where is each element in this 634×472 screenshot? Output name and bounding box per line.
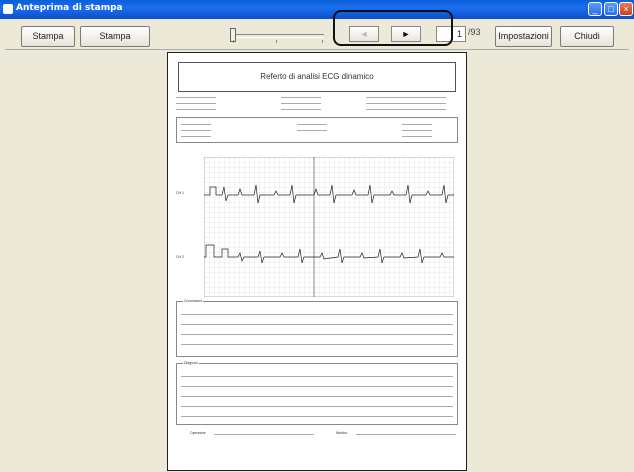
- slider-tick: [233, 40, 234, 43]
- title-bar: Anteprima di stampa _ □ ×: [0, 0, 634, 19]
- slider-track: [234, 34, 324, 38]
- print-screen-button[interactable]: Stampa schermo: [80, 26, 150, 60]
- maximize-icon[interactable]: □: [604, 2, 618, 16]
- slider-tick: [276, 40, 277, 43]
- patient-info-block: [176, 95, 458, 143]
- page-total: /93: [468, 27, 481, 37]
- ecg-grid: [204, 157, 454, 297]
- doctor-signature-line: [356, 434, 456, 435]
- ecg-label-top: CH 1: [176, 191, 184, 195]
- navigation-highlight-box: [333, 10, 453, 46]
- report-page: Referto di analisi ECG dinamico CH 1 CH …: [167, 52, 467, 471]
- diagnosis-section: Diagnosi: [176, 361, 458, 425]
- diagnosis-label: Diagnosi: [183, 361, 199, 365]
- toolbar: Stampa Stampa schermo Impostazioni Chiud…: [0, 19, 634, 60]
- slider-tick: [322, 40, 323, 43]
- doctor-label: Medico: [336, 431, 348, 435]
- patient-data-section: [176, 117, 458, 143]
- print-button[interactable]: Stampa: [21, 26, 75, 47]
- zoom-slider[interactable]: [230, 27, 330, 45]
- conclusion-label: Conclusioni: [183, 299, 204, 303]
- close-button[interactable]: Chiudi: [560, 26, 614, 47]
- operator-label: Operatore: [190, 431, 206, 435]
- app-icon: [3, 4, 13, 14]
- close-icon[interactable]: ×: [619, 2, 633, 16]
- operator-signature-line: [214, 434, 314, 435]
- minimize-icon[interactable]: _: [588, 2, 602, 16]
- window-title: Anteprima di stampa: [16, 3, 123, 13]
- settings-button[interactable]: Impostazioni: [495, 26, 552, 47]
- ecg-chart: [204, 157, 454, 297]
- conclusion-section: Conclusioni: [176, 299, 458, 357]
- vertical-scrollbar[interactable]: [628, 49, 634, 471]
- report-title: Referto di analisi ECG dinamico: [178, 62, 456, 92]
- ecg-label-bottom: CH 2: [176, 255, 184, 259]
